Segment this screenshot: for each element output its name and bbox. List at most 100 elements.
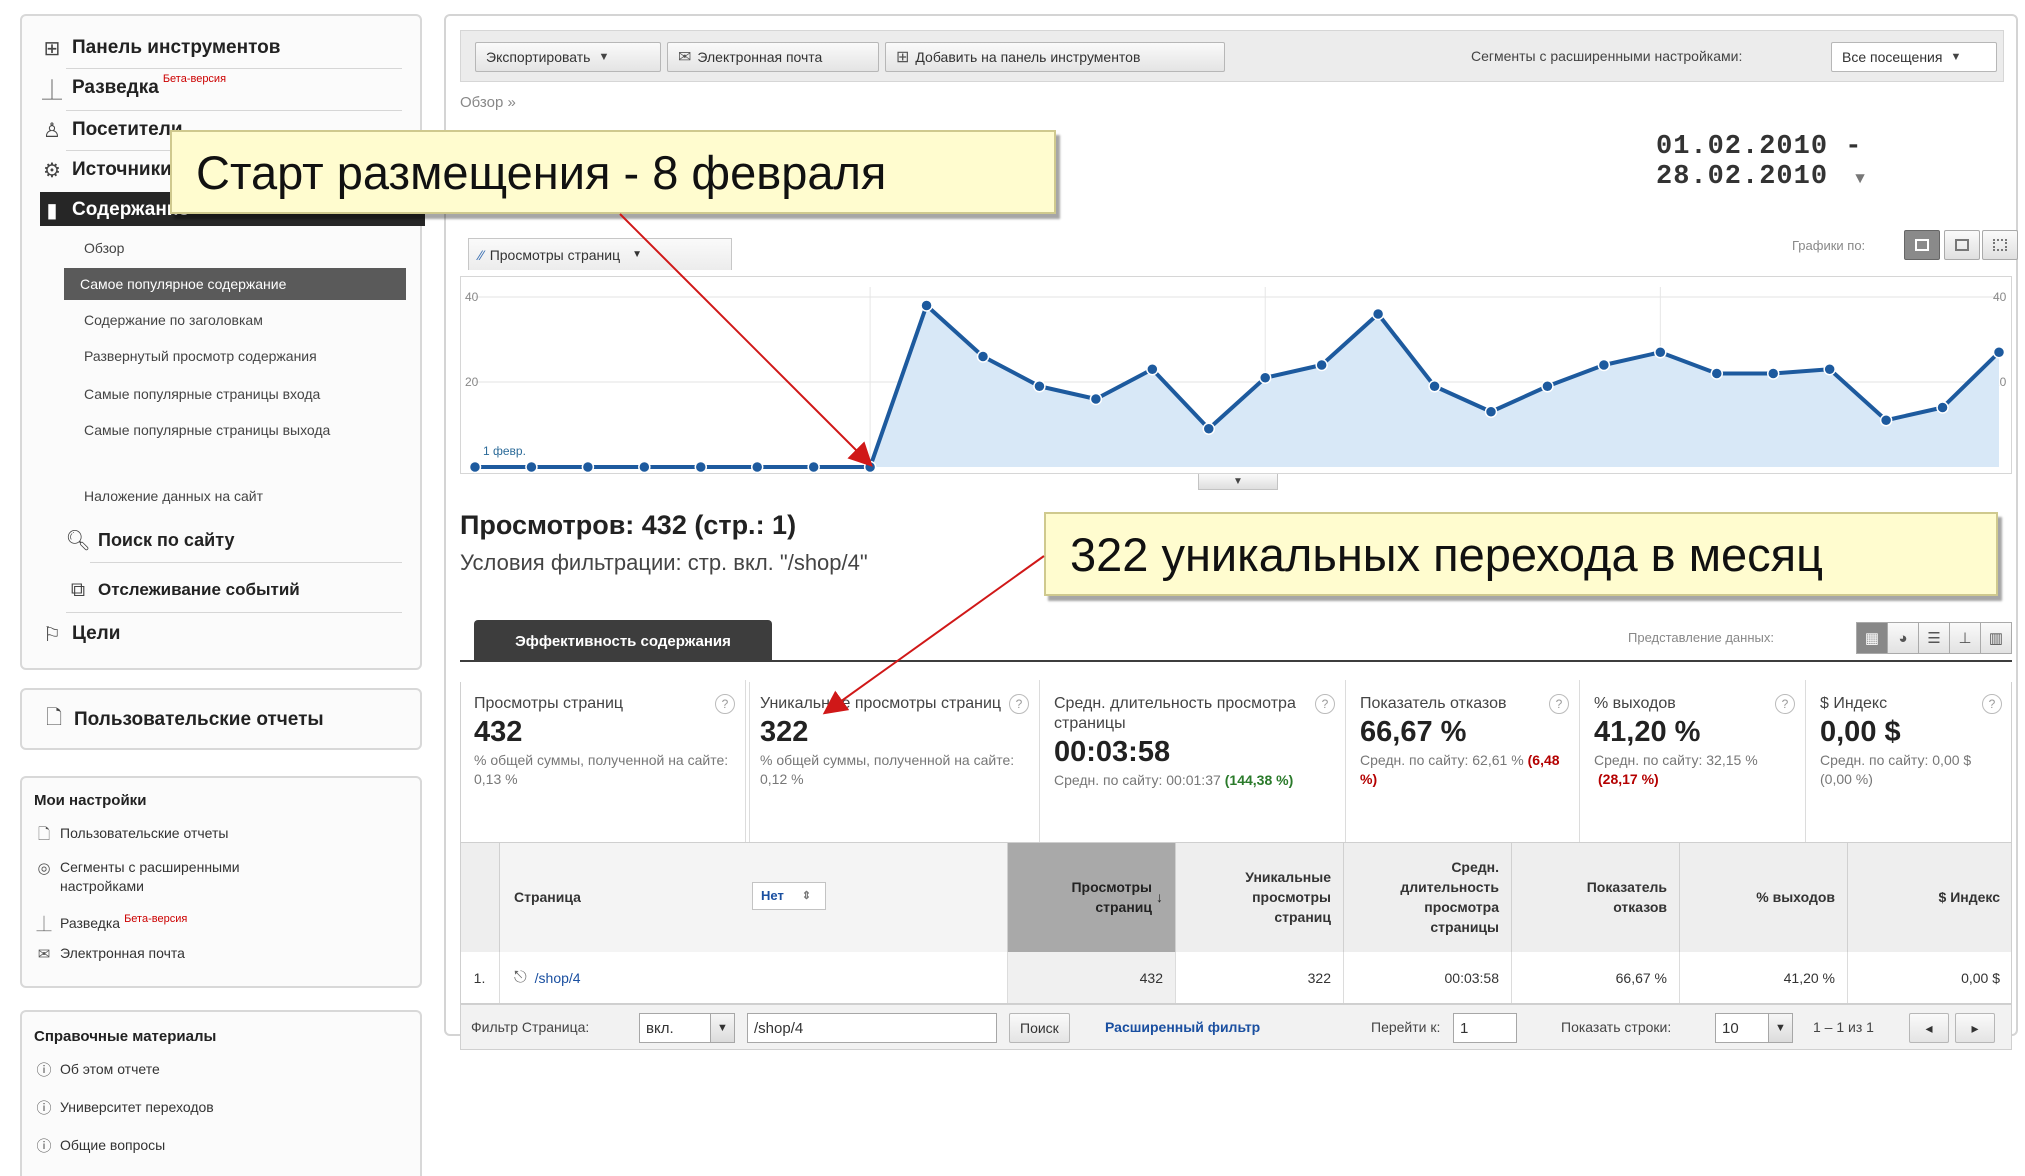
advanced-filter-link[interactable]: Расширенный фильтр <box>1105 1019 1260 1035</box>
table-view-icon[interactable]: ▦ <box>1857 623 1888 653</box>
help-icon[interactable]: ? <box>1009 694 1029 714</box>
my-settings-box: Мои настройки 🗋 Пользовательские отчеты … <box>20 776 422 988</box>
email-button[interactable]: ✉ Электронная почта <box>667 42 879 72</box>
chart-resize-handle[interactable]: ▼ <box>1198 474 1278 490</box>
filter-go-button[interactable]: Поиск <box>1009 1013 1070 1043</box>
help-conversion-university[interactable]: ⓘ Университет переходов <box>34 1098 424 1118</box>
settings-advanced-segments[interactable]: ◎ Сегменты с расширенными настройками <box>34 858 324 896</box>
content-icon: ▮ <box>46 199 58 222</box>
data-point <box>750 460 764 474</box>
chevron-down-icon: ▼ <box>1855 170 1866 188</box>
help-icon[interactable]: ? <box>1315 694 1335 714</box>
prev-page-button[interactable]: ◂ <box>1909 1013 1949 1043</box>
nav-dashboard[interactable]: ⊞ Панель инструментов <box>40 30 281 66</box>
filter-value-input[interactable]: /shop/4 <box>747 1013 997 1043</box>
data-point <box>1541 380 1554 393</box>
data-view-switcher: ▦ ◕ ☰ ⊥ ▥ <box>1856 622 2012 654</box>
settings-intelligence[interactable]: ⏊ Разведка Бета-версия <box>34 913 424 934</box>
graph-month-button[interactable] <box>1982 230 2018 260</box>
metric-card: Просмотры страниц 432 % общей суммы, получ… <box>460 680 746 842</box>
export-button[interactable]: Экспортировать ▼ <box>475 42 661 72</box>
data-point <box>581 460 595 474</box>
sort-desc-icon: ↓ <box>1156 889 1163 905</box>
help-about-label: Об этом отчете <box>60 1061 160 1077</box>
metric-subtext: Средн. по сайту: 00:01:37 (144,38 %) <box>1054 771 1335 790</box>
nav-content[interactable]: ▮ Содержание <box>40 192 189 228</box>
filter-value: /shop/4 <box>754 1019 804 1037</box>
chart-svg: 202040401 февр.8 февр.15 февр.22 февр. <box>465 287 2007 474</box>
help-icon[interactable]: ? <box>1982 694 2002 714</box>
next-page-button[interactable]: ▸ <box>1955 1013 1995 1043</box>
help-resources-box: Справочные материалы ⓘ Об этом отчете ⓘ … <box>20 1010 422 1176</box>
metric-title: Средн. длительность просмотра страницы <box>1054 695 1296 732</box>
secondary-dimension-select[interactable]: Нет ⇕ <box>752 882 826 910</box>
sub-content-drilldown[interactable]: Развернутый просмотр содержания <box>84 346 424 366</box>
metric-value: 322 <box>760 716 809 748</box>
sub-site-overlay[interactable]: Наложение данных на сайт <box>84 486 424 506</box>
filter-go-label: Поиск <box>1020 1020 1059 1036</box>
graph-day-button[interactable] <box>1904 230 1940 260</box>
help-icon[interactable]: ? <box>1775 694 1795 714</box>
col-avg-time[interactable]: Средн. длительность просмотра страницы <box>1344 842 1512 952</box>
sub-content-by-title[interactable]: Содержание по заголовкам <box>84 310 424 330</box>
segments-select[interactable]: Все посещения ▼ <box>1831 42 1997 72</box>
help-icon[interactable]: ? <box>715 694 735 714</box>
export-label: Экспортировать <box>486 49 591 65</box>
performance-view-icon[interactable]: ☰ <box>1919 623 1950 653</box>
sub-top-exit[interactable]: Самые популярные страницы выхода <box>84 420 364 440</box>
row-avg-time: 00:03:58 <box>1344 952 1512 1004</box>
help-icon[interactable]: ? <box>1549 694 1569 714</box>
pie-view-icon[interactable]: ◕ <box>1888 623 1919 653</box>
metric-title: Уникальные просмотры страниц <box>760 695 1002 712</box>
filter-mode-select[interactable]: вкл. ▼ <box>639 1013 735 1043</box>
col-pageviews-sorted[interactable]: Просмотры страниц ↓ <box>1008 842 1176 952</box>
col-exit-rate[interactable]: % выходов <box>1680 842 1848 952</box>
nav-event-tracking[interactable]: ⧉ Отслеживание событий <box>66 572 300 608</box>
help-about-report[interactable]: ⓘ Об этом отчете <box>34 1060 424 1080</box>
tab-content-performance[interactable]: Эффективность содержания <box>474 620 772 662</box>
settings-custom-reports[interactable]: 🗋 Пользовательские отчеты <box>34 824 424 844</box>
comparison-view-icon[interactable]: ⊥ <box>1950 623 1981 653</box>
metric-value: 00:03:58 <box>1054 736 1171 768</box>
breadcrumb[interactable]: Обзор » <box>460 94 516 111</box>
data-point <box>1089 392 1103 406</box>
settings-email[interactable]: ✉ Электронная почта <box>34 944 424 964</box>
col-avg-time-label: Средн. длительность просмотра страницы <box>1400 859 1499 935</box>
tab-underline <box>460 660 2012 662</box>
nav-goals[interactable]: ⚐ Цели <box>40 616 120 652</box>
sub-top-content[interactable]: Самое популярное содержание <box>64 268 406 300</box>
col-index[interactable]: $ Индекс <box>1848 842 2012 952</box>
nav-site-search[interactable]: 🔍︎ Поиск по сайту <box>65 522 234 558</box>
col-unique-pageviews[interactable]: Уникальные просмотры страниц <box>1176 842 1344 952</box>
page-link[interactable]: /shop/4 <box>535 970 581 986</box>
metric-selector[interactable]: ⁄⁄ Просмотры страниц ▼ <box>468 238 732 270</box>
pivot-view-icon[interactable]: ▥ <box>1981 623 2011 653</box>
goto-input[interactable]: 1 <box>1453 1013 1517 1043</box>
sub-top-landing[interactable]: Самые популярные страницы входа <box>84 384 424 404</box>
graph-week-button[interactable] <box>1944 230 1980 260</box>
col-unique-label: Уникальные просмотры страниц <box>1245 869 1331 925</box>
traffic-sources-icon: ⚙ <box>43 159 61 182</box>
col-page[interactable]: Страница Нет ⇕ <box>500 842 1008 952</box>
x-tick-label: 1 февр. <box>483 444 526 458</box>
date-range-picker[interactable]: 01.02.2010 - 28.02.2010 ▼ <box>1656 132 2016 192</box>
show-rows-select[interactable]: 10 ▼ <box>1715 1013 1793 1043</box>
col-index-label: $ Индекс <box>1938 889 2000 905</box>
help-icon: ⓘ <box>36 1099 52 1117</box>
add-to-dashboard-button[interactable]: ⊞ Добавить на панель инструментов <box>885 42 1225 72</box>
filter-label: Фильтр Страница: <box>471 1019 590 1035</box>
nav-visitors[interactable]: ♙ Посетители <box>40 112 182 148</box>
sub-overview[interactable]: Обзор <box>84 238 424 258</box>
help-university-label: Университет переходов <box>60 1099 214 1115</box>
metric-subtext: % общей суммы, полученной на сайте: 0,12… <box>760 751 1029 789</box>
settings-intelligence-label: Разведка <box>60 915 121 931</box>
data-point <box>1146 363 1159 376</box>
help-faq[interactable]: ⓘ Общие вопросы <box>34 1136 424 1156</box>
col-bounce-rate[interactable]: Показатель отказов <box>1512 842 1680 952</box>
data-point <box>1766 367 1780 380</box>
help-faq-label: Общие вопросы <box>60 1137 166 1153</box>
custom-reports-link[interactable]: 🗋 Пользовательские отчеты <box>42 702 324 738</box>
open-page-icon[interactable]: ⎋ <box>514 969 527 987</box>
metric-title: % выходов <box>1594 695 1676 712</box>
nav-intelligence[interactable]: ⏊ Разведка Бета-версия <box>40 70 226 106</box>
